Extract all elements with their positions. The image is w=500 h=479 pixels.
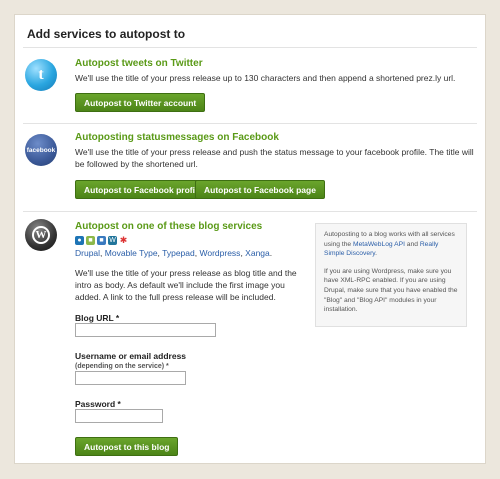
blog-url-label: Blog URL * — [75, 313, 120, 323]
wordpress-small-icon: W — [108, 236, 117, 245]
facebook-title: Autoposting statusmessages on Facebook — [75, 132, 279, 143]
blog-url-input[interactable] — [75, 323, 216, 337]
username-label: Username or email address — [75, 351, 187, 361]
blog-info-box: Autoposting to a blog works with all ser… — [315, 223, 467, 327]
blog-title: Autopost on one of these blog services — [75, 221, 263, 232]
drupal-icon: ● — [75, 236, 84, 245]
service-link-xanga[interactable]: Xanga — [245, 248, 270, 258]
autopost-twitter-button[interactable]: Autopost to Twitter account — [75, 93, 206, 112]
divider — [23, 211, 477, 212]
facebook-description: We'll use the title of your press releas… — [75, 147, 474, 169]
blog-section: W Autopost on one of these blog services… — [15, 215, 485, 465]
service-link-movable-type[interactable]: Movable Type — [105, 248, 158, 258]
twitter-description: We'll use the title of your press releas… — [75, 73, 456, 83]
metaweblog-api-link[interactable]: MetaWebLog API — [353, 241, 405, 248]
autopost-facebook-page-button[interactable]: Autopost to Facebook page — [195, 180, 325, 199]
autopost-blog-button[interactable]: Autopost to this blog — [75, 437, 179, 456]
autopost-panel: Add services to autopost to t Autopost t… — [14, 14, 486, 464]
twitter-title: Autopost tweets on Twitter — [75, 58, 203, 69]
info-paragraph-2: If you are using Wordpress, make sure yo… — [324, 267, 458, 314]
username-input[interactable] — [75, 371, 186, 385]
password-input[interactable] — [75, 409, 163, 423]
blog-service-icons: ● ■ ■ W ✱ — [75, 235, 128, 245]
service-link-typepad[interactable]: Typepad — [162, 248, 195, 258]
blog-description: We'll use the title of your press releas… — [75, 268, 297, 302]
wordpress-icon: W — [25, 219, 57, 251]
username-hint: (depending on the service) * — [75, 363, 169, 370]
autopost-facebook-profile-button[interactable]: Autopost to Facebook profile — [75, 180, 212, 199]
typepad-icon: ■ — [97, 236, 106, 245]
xanga-icon: ✱ — [119, 235, 128, 245]
facebook-icon: facebook — [25, 134, 57, 166]
service-link-drupal[interactable]: Drupal — [75, 248, 100, 258]
twitter-icon: t — [25, 59, 57, 91]
divider — [23, 47, 477, 48]
facebook-section: facebook Autoposting statusmessages on F… — [15, 130, 485, 210]
password-label: Password * — [75, 399, 121, 409]
divider — [23, 123, 477, 124]
page-title: Add services to autopost to — [27, 27, 186, 41]
movable-type-icon: ■ — [86, 236, 95, 245]
info-paragraph-1: Autoposting to a blog works with all ser… — [324, 231, 455, 258]
blog-services-list: Drupal, Movable Type, Typepad, Wordpress… — [75, 248, 273, 258]
service-link-wordpress[interactable]: Wordpress — [199, 248, 240, 258]
twitter-section: t Autopost tweets on Twitter We'll use t… — [15, 55, 485, 119]
